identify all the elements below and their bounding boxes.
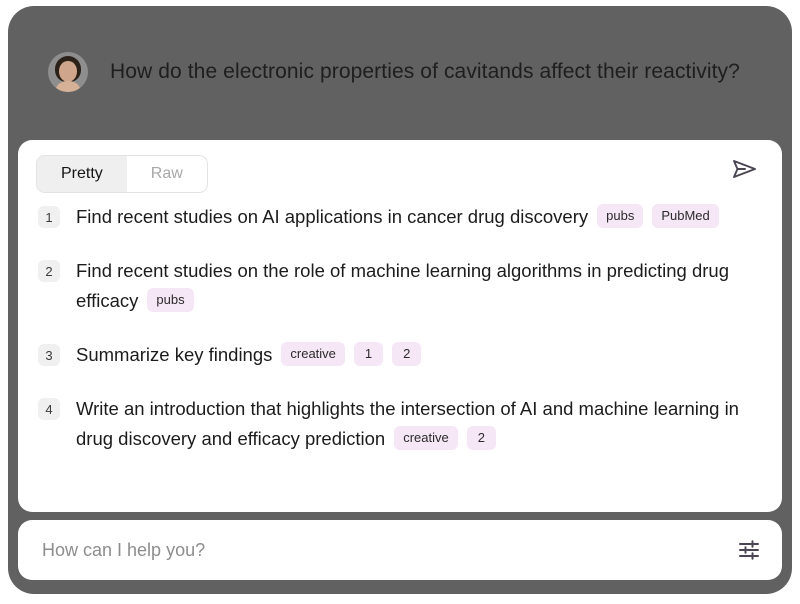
badge-tool[interactable]: pubs [147,288,194,312]
row-body: Find recent studies on AI applications i… [76,202,719,232]
list-item[interactable]: 4 Write an introduction that highlights … [38,394,762,454]
row-body: Find recent studies on the role of machi… [76,256,748,316]
results-card: Pretty Raw 1 Find recent studies on AI a… [18,140,782,512]
badge-ref[interactable]: 2 [466,426,496,450]
sliders-icon[interactable] [736,537,762,563]
view-mode-tabs: Pretty Raw [36,155,208,193]
list-item[interactable]: 2 Find recent studies on the role of mac… [38,256,762,316]
question-row: How do the electronic properties of cavi… [8,6,792,138]
row-index: 1 [38,206,60,228]
badge-ref[interactable]: 2 [392,342,422,366]
sliders-icon-glyph [739,540,759,560]
question-text: How do the electronic properties of cavi… [110,60,740,83]
avatar-body [56,81,80,92]
tab-raw[interactable]: Raw [126,156,207,192]
row-body: Write an introduction that highlights th… [76,394,748,454]
list-item[interactable]: 3 Summarize key findings creative 1 2 [38,340,762,370]
send-icon[interactable] [730,156,760,182]
list-item[interactable]: 1 Find recent studies on AI applications… [38,202,762,232]
send-icon-glyph [733,160,756,178]
avatar-face [59,61,77,82]
card-header: Pretty Raw [18,140,782,202]
tab-pretty[interactable]: Pretty [37,156,127,192]
row-body: Summarize key findings creative 1 2 [76,340,422,370]
row-index: 4 [38,398,60,420]
badge-tool[interactable]: creative [281,342,345,366]
app-shell: How do the electronic properties of cavi… [8,6,792,594]
badge-tool[interactable]: creative [394,426,458,450]
row-text: Summarize key findings [76,344,273,365]
row-index: 2 [38,260,60,282]
badge-ref[interactable]: 1 [353,342,384,366]
badge-tool[interactable]: pubs [597,204,644,228]
row-text: Find recent studies on AI applications i… [76,206,589,227]
chat-input[interactable] [40,538,736,562]
avatar [48,52,88,92]
badge-source[interactable]: PubMed [652,204,719,228]
suggestion-list: 1 Find recent studies on AI applications… [18,202,782,454]
chat-input-bar [18,520,782,580]
row-index: 3 [38,344,60,366]
